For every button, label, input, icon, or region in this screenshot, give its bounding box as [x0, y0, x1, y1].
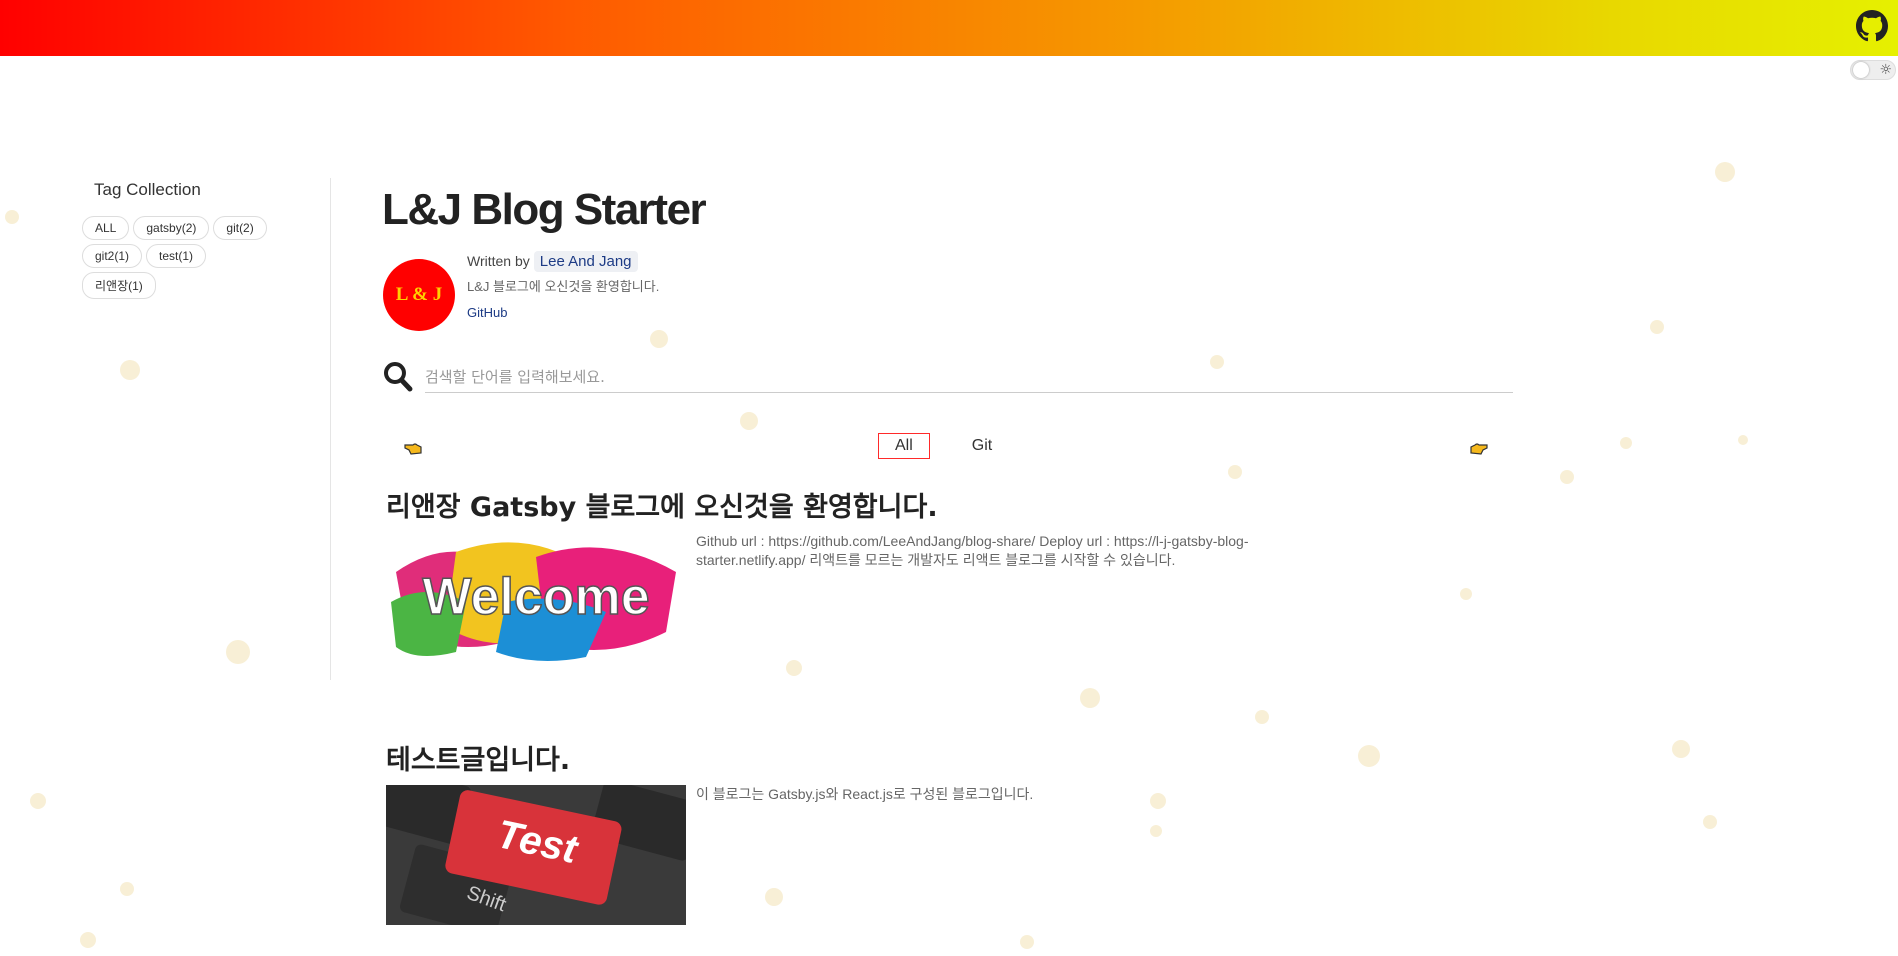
post-thumbnail[interactable]: Welcome — [386, 532, 686, 672]
tag-list: ALL gatsby(2) git(2) git2(1) test(1) 리앤장… — [82, 216, 282, 299]
blog-description: L&J 블로그에 오신것을 환영합니다. — [467, 279, 660, 294]
search-icon — [383, 362, 413, 392]
tag-gatsby[interactable]: gatsby(2) — [133, 216, 210, 240]
post-excerpt: Github url : https://github.com/LeeAndJa… — [696, 533, 1249, 568]
top-gradient-bar — [0, 0, 1898, 56]
sidebar-divider — [330, 178, 331, 680]
tag-collection-title: Tag Collection — [94, 180, 201, 199]
tag-test[interactable]: test(1) — [146, 244, 207, 268]
tag-git[interactable]: git(2) — [213, 216, 267, 240]
tag-git2[interactable]: git2(1) — [82, 244, 143, 268]
thumbnail-welcome-text: Welcome — [422, 568, 649, 626]
post-excerpt: 이 블로그는 Gatsby.js와 React.js로 구성된 블로그입니다. — [696, 786, 1034, 802]
post-thumbnail[interactable]: Test Shift — [386, 785, 686, 925]
post-title[interactable]: 리앤장 Gatsby 블로그에 오신것을 환영합니다. — [386, 485, 1513, 524]
author-name: Lee And Jang — [533, 251, 638, 272]
post-card[interactable]: 리앤장 Gatsby 블로그에 오신것을 환영합니다. Welcome Gith… — [383, 485, 1513, 672]
avatar: L & J — [383, 259, 455, 331]
pointing-right-hand-icon[interactable] — [1469, 439, 1489, 457]
post-body: Test Shift 이 블로그는 Gatsby.js와 React.js로 구… — [383, 785, 1513, 925]
toggle-knob — [1853, 62, 1869, 78]
blog-title[interactable]: L&J Blog Starter — [382, 185, 1513, 235]
category-tab-git[interactable]: Git — [956, 434, 1008, 458]
main-content: L&J Blog Starter L & J Written by Lee And… — [382, 185, 1513, 925]
pointing-left-hand-icon[interactable] — [403, 439, 423, 457]
written-by-label: Written by — [467, 253, 530, 269]
sidebar: Tag Collection ALL gatsby(2) git(2) git2… — [82, 180, 332, 299]
search-input[interactable] — [424, 362, 1513, 393]
bio-text: Written by Lee And Jang L&J 블로그에 오신것을 환영합… — [467, 251, 659, 322]
category-tabs: All Git — [878, 433, 1008, 459]
post-title[interactable]: 테스트글입니다. — [386, 738, 1513, 777]
category-row: All Git — [383, 433, 1513, 463]
sun-icon: ☼ — [1879, 62, 1892, 78]
bio: L & J Written by Lee And Jang L&J 블로그에 오신… — [383, 251, 1513, 331]
theme-toggle[interactable]: ☼ — [1850, 60, 1896, 80]
github-link[interactable]: GitHub — [467, 305, 507, 320]
tag-all[interactable]: ALL — [82, 216, 130, 240]
github-icon[interactable] — [1856, 10, 1888, 42]
written-by-line: Written by Lee And Jang — [467, 251, 659, 272]
post-body: Welcome Github url : https://github.com/… — [383, 532, 1513, 672]
tag-leeandjang[interactable]: 리앤장(1) — [82, 272, 156, 299]
category-tab-all[interactable]: All — [878, 433, 930, 459]
search-bar — [383, 361, 1513, 393]
post-card[interactable]: 테스트글입니다. Test Shift 이 블로그는 Gatsby.js와 Re… — [383, 738, 1513, 925]
